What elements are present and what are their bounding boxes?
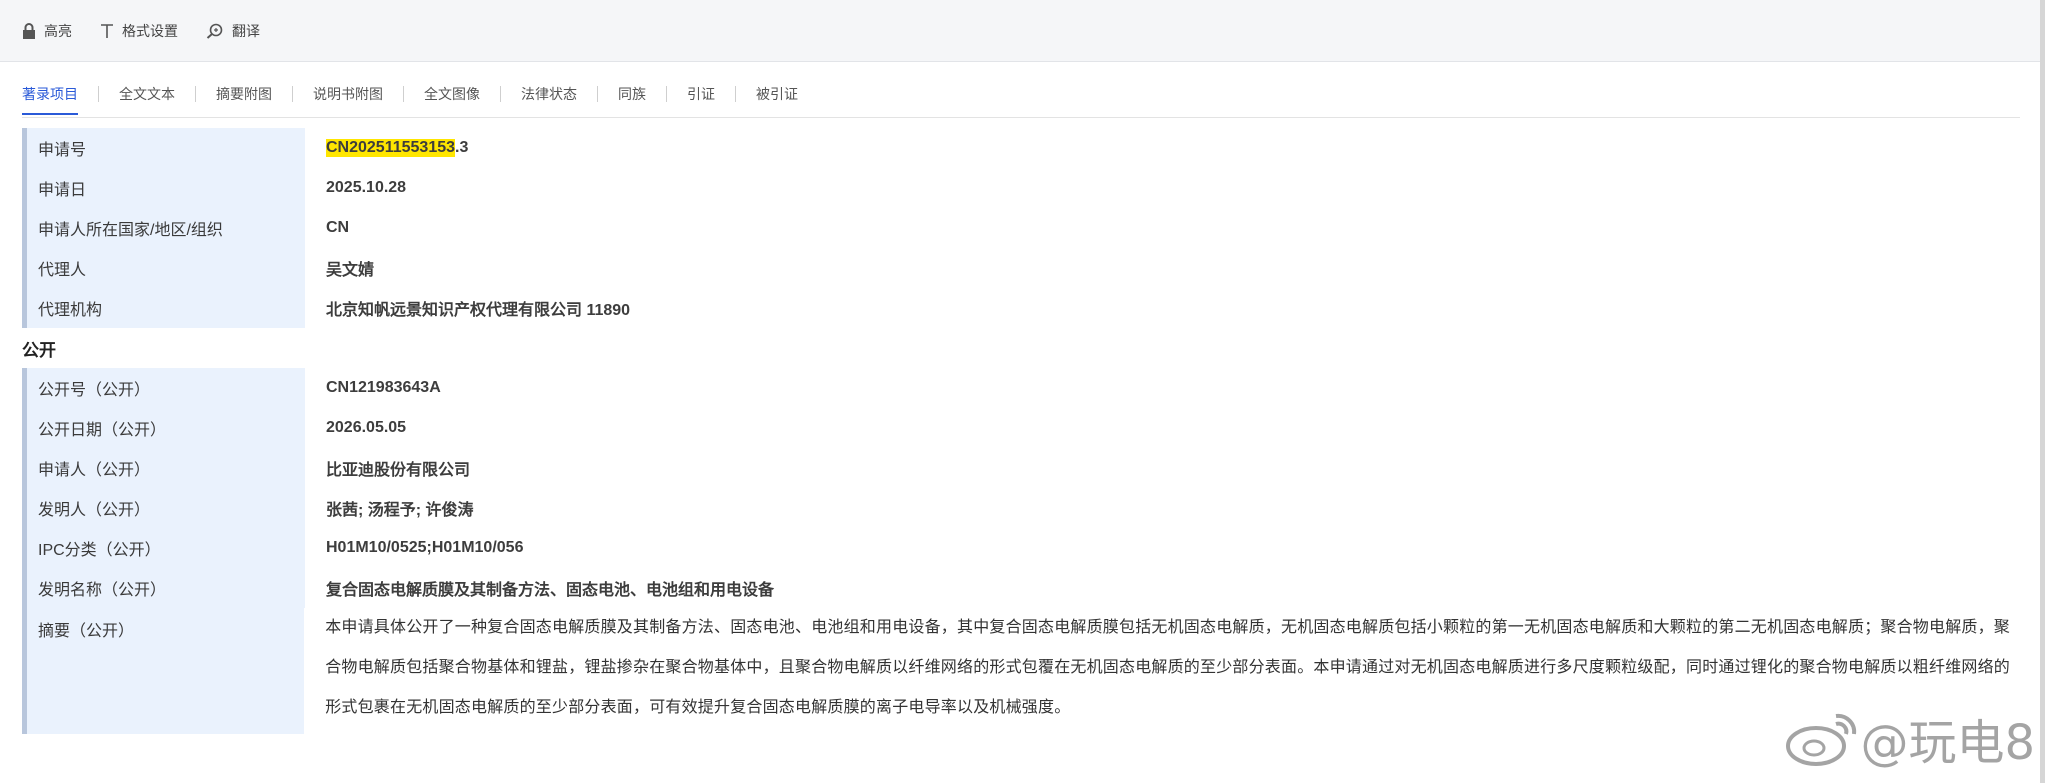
tab-divider [403,86,404,102]
watermark-text: @玩电8 [1860,715,2035,771]
tab-divider [735,86,736,102]
application-date-value: 2025.10.28 [326,179,407,196]
tab-divider [666,86,667,102]
ipc-row: IPC分类（公开） H01M10/0525;H01M10/056 [22,528,2020,568]
application-number-value: CN202511553153.3 [305,128,468,168]
agency-row: 代理机构 北京知帆远景知识产权代理有限公司 11890 [22,288,2020,328]
ipc-value: H01M10/0525;H01M10/056 [326,539,524,556]
invention-title-value: 复合固态电解质膜及其制备方法、固态电池、电池组和用电设备 [326,582,775,599]
abstract-row: 摘要（公开） 本申请具体公开了一种复合固态电解质膜及其制备方法、固态电池、电池组… [22,608,2020,734]
field-label: 发明名称（公开） [22,568,305,608]
field-label: 摘要（公开） [22,608,305,734]
agency-value: 北京知帆远景知识产权代理有限公司 11890 [326,302,631,319]
text-format-icon [101,23,113,38]
field-label: 代理机构 [22,288,305,328]
toolbar: 高亮 格式设置 翻译 [0,0,2040,62]
search-highlight: CN202511553153 [326,139,456,157]
format-settings-button[interactable]: 格式设置 [100,21,178,41]
applicant-value: 比亚迪股份有限公司 [326,462,471,479]
highlight-label: 高亮 [44,22,72,39]
application-number-suffix: .3 [455,139,469,156]
inventor-row: 发明人（公开） 张茜; 汤程予; 许俊涛 [22,488,2020,528]
tab-legal-status[interactable]: 法律状态 [521,82,577,115]
agent-row: 代理人 吴文婧 [22,248,2020,288]
inventor-value: 张茜; 汤程予; 许俊涛 [326,502,474,519]
weibo-logo-icon [1786,713,1857,766]
applicant-country-row: 申请人所在国家/地区/组织 CN [22,208,2020,248]
field-label: 公开日期（公开） [22,408,305,448]
tab-citations[interactable]: 引证 [687,82,715,115]
tab-divider [597,86,598,102]
field-label: 申请号 [22,128,305,168]
publication-date-value: 2026.05.05 [326,419,407,436]
tab-full-image[interactable]: 全文图像 [424,82,480,115]
tab-family[interactable]: 同族 [618,82,646,115]
field-label: 发明人（公开） [22,488,305,528]
tab-divider [98,86,99,102]
field-label: 申请人所在国家/地区/组织 [22,208,305,248]
translate-button[interactable]: 翻译 [206,21,260,41]
abstract-value: 本申请具体公开了一种复合固态电解质膜及其制备方法、固态电池、电池组和用电设备，其… [325,619,2010,716]
application-number-row: 申请号 CN202511553153.3 [22,128,2020,168]
field-label: 代理人 [22,248,305,288]
tab-divider [292,86,293,102]
publication-date-row: 公开日期（公开） 2026.05.05 [22,408,2020,448]
tab-bar: 著录项目 全文文本 摘要附图 说明书附图 全文图像 法律状态 同族 引证 被引证 [22,82,2020,118]
tab-full-text[interactable]: 全文文本 [119,82,175,115]
watermark: @玩电8 [1784,703,2035,773]
field-label: 申请人（公开） [22,448,305,488]
invention-title-row: 发明名称（公开） 复合固态电解质膜及其制备方法、固态电池、电池组和用电设备 [22,568,2020,608]
tab-abstract-figure[interactable]: 摘要附图 [216,82,272,115]
field-label: 申请日 [22,168,305,208]
applicant-country-value: CN [326,219,350,236]
field-label: IPC分类（公开） [22,528,305,568]
publication-number-row: 公开号（公开） CN121983643A [22,368,2020,408]
agent-value: 吴文婧 [326,262,375,279]
tab-divider [500,86,501,102]
bibliographic-table: 申请号 CN202511553153.3 申请日 2025.10.28 申请人所… [22,128,2020,734]
tab-divider [195,86,196,102]
publication-number-value: CN121983643A [326,379,441,396]
lock-icon [23,22,35,39]
applicant-row: 申请人（公开） 比亚迪股份有限公司 [22,448,2020,488]
format-settings-label: 格式设置 [122,22,178,39]
tab-cited-by[interactable]: 被引证 [756,82,798,115]
vertical-scrollbar[interactable] [2040,0,2045,783]
translate-label: 翻译 [232,22,260,39]
field-label: 公开号（公开） [22,368,305,408]
application-date-row: 申请日 2025.10.28 [22,168,2020,208]
highlight-button[interactable]: 高亮 [22,21,72,41]
publication-section-title: 公开 [22,340,56,360]
tab-bibliographic[interactable]: 著录项目 [22,82,78,115]
tab-description-figures[interactable]: 说明书附图 [313,82,383,115]
translate-search-icon [206,23,223,39]
